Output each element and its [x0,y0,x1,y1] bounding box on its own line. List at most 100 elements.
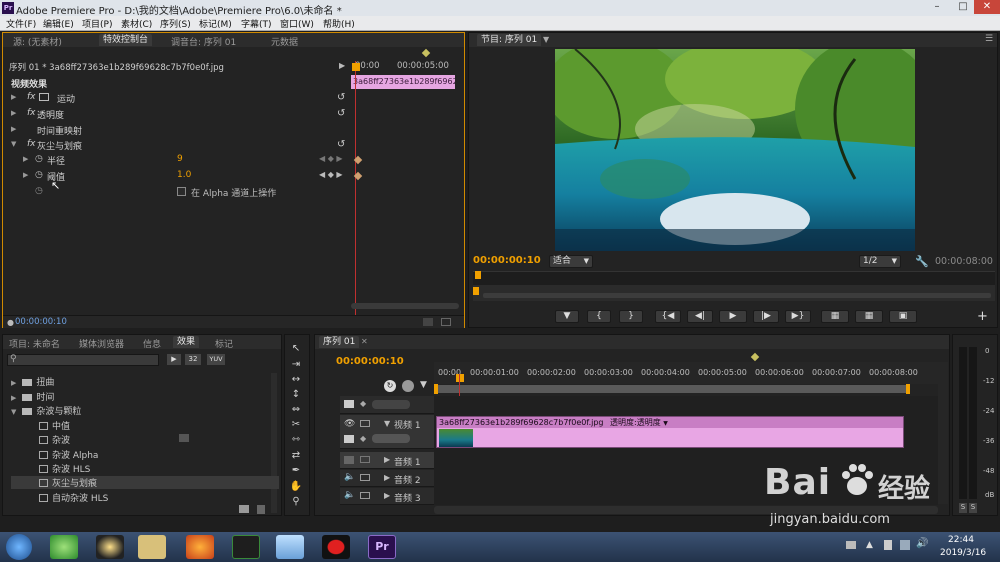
ec-timecode[interactable]: 00:00:00:10 [15,317,67,327]
display-style-icon[interactable] [344,435,354,443]
reset-icon[interactable]: ↺ [337,108,345,119]
effect-row-dust-scratches[interactable]: ▼ fx 灰尘与划痕 ↺ [7,138,355,152]
menu-clip[interactable]: 素材(C) [121,17,152,30]
collapse-arrow-icon[interactable]: ▼ [384,419,390,428]
speaker-icon[interactable]: 🔈 [344,490,355,500]
track-header-audio2[interactable]: 🔈 ▶ 音频 2 [340,470,434,487]
effect-row-time-remap[interactable]: ▶ 时间重映射 [7,123,355,137]
tree-item-noise-alpha[interactable]: 杂波 Alpha [11,448,279,461]
track-header-audio3[interactable]: 🔈 ▶ 音频 3 [340,488,434,505]
ec-playhead[interactable] [355,61,356,323]
work-area-start[interactable] [434,384,438,394]
speaker-icon[interactable] [344,456,354,464]
stopwatch-icon[interactable]: ◷ [35,154,43,164]
menu-project[interactable]: 项目(P) [82,17,112,30]
ec-zoom-scrollbar[interactable] [351,303,459,309]
keyframe-nav-icon[interactable]: ◀ ◆ ▶ [319,170,343,179]
keyframe-nav-icon[interactable]: ◀ ◆ ▶ [319,154,343,163]
start-button[interactable] [6,534,32,560]
tab-effects[interactable]: 效果 [173,336,200,348]
speaker-icon[interactable]: 🔈 [344,472,355,482]
play-preview-icon[interactable]: ▶ [339,61,345,70]
track-header-audio1[interactable]: ▶ 音频 1 [340,452,434,469]
tray-keyboard-icon[interactable] [846,541,856,549]
track-keyframe-nav[interactable] [372,400,410,409]
timeline-timecode[interactable]: 00:00:00:10 [336,356,404,367]
close-tab-icon[interactable]: ✕ [361,337,368,346]
tab-media-browser[interactable]: 媒体浏览器 [79,337,124,350]
go-to-in-button[interactable]: {◀ [655,310,681,323]
minimize-button[interactable]: – [924,0,950,14]
add-marker-button[interactable]: ▼ [555,310,579,323]
track-keyframe-nav[interactable] [372,434,410,443]
track-header-video1[interactable]: 👁 ▼ 视频 1 ◆ [340,415,434,449]
tab-sequence[interactable]: 序列 01 [319,336,360,348]
panel-menu-icon[interactable]: ☰ [985,34,993,44]
tray-time[interactable]: 22:44 [948,535,974,545]
track-header-video2[interactable]: ◆ [340,396,434,414]
32bit-badge[interactable]: 32 [185,354,201,365]
razor-tool-icon[interactable]: ✂ [288,418,304,432]
tray-expand-icon[interactable]: ▲ [866,540,873,550]
trash-icon[interactable] [257,505,265,514]
tree-item-dust-scratches[interactable]: 灰尘与划痕 [11,476,279,489]
zoom-scrollbar-track[interactable] [483,293,991,298]
export-frame-button[interactable]: ▣ [889,310,917,323]
tab-effect-controls[interactable]: 特效控制台 [99,34,153,46]
menu-file[interactable]: 文件(F) [6,17,36,30]
taskbar-360-icon[interactable] [50,535,78,559]
go-to-out-button[interactable]: ▶} [785,310,811,323]
eye-icon[interactable]: 👁 [344,419,355,429]
menu-window[interactable]: 窗口(W) [280,17,314,30]
menu-title[interactable]: 字幕(T) [241,17,272,30]
taskbar-premiere-icon[interactable]: Pr [368,535,396,559]
keyframe-toggle-icon[interactable]: ◆ [360,399,366,408]
expand-arrow-icon[interactable]: ▶ [384,473,390,482]
mark-in-button[interactable]: { [587,310,611,323]
tree-item-noise[interactable]: 杂波 [11,433,279,446]
effects-search-input[interactable]: ⚲ [7,354,159,366]
ec-toggle-icon[interactable] [441,318,451,326]
step-back-button[interactable]: ◀| [687,310,713,323]
menu-edit[interactable]: 编辑(E) [43,17,74,30]
tray-date[interactable]: 2019/3/16 [940,548,986,558]
expand-arrow-icon[interactable]: ▶ [384,491,390,500]
linked-selection-icon[interactable] [402,380,414,392]
yuv-badge[interactable]: YUV [207,354,225,365]
taskbar-app-icon[interactable] [276,535,304,559]
menu-help[interactable]: 帮助(H) [323,17,355,30]
param-row-radius[interactable]: ▶ ◷ 半径 9 ◀ ◆ ▶ [7,153,363,167]
clip-fx-label[interactable]: 透明度:透明度 [610,418,661,427]
new-bin-icon[interactable] [239,505,249,513]
lock-icon[interactable] [360,420,370,427]
motion-transform-icon[interactable] [39,93,49,101]
taskbar-explorer-icon[interactable] [138,535,166,559]
solo-left-button[interactable]: S [959,503,967,513]
track-output-icon[interactable] [344,400,354,408]
tree-item-distort[interactable]: ▶ 扭曲 [11,375,279,388]
tab-source[interactable]: 源: (无素材) [13,35,62,48]
tree-item-noise-hls[interactable]: 杂波 HLS [11,462,279,475]
expand-arrow-icon[interactable]: ▶ [23,155,28,163]
expand-arrow-icon[interactable]: ▶ [11,125,16,133]
menu-sequence[interactable]: 序列(S) [160,17,191,30]
reset-icon[interactable]: ↺ [337,92,345,103]
work-area-bar[interactable] [436,385,908,393]
solo-right-button[interactable]: S [969,503,977,513]
lift-button[interactable]: ▦ [821,310,849,323]
pen-tool-icon[interactable]: ✒ [288,464,304,478]
tab-menu-icon[interactable]: ▼ [543,35,549,44]
tab-program[interactable]: 节目: 序列 01 [477,34,542,46]
step-forward-button[interactable]: |▶ [753,310,779,323]
tab-metadata[interactable]: 元数据 [271,35,298,48]
in-point-icon[interactable] [473,287,479,295]
rate-stretch-tool-icon[interactable]: ⇔ [288,403,304,417]
expand-arrow-icon[interactable]: ▶ [11,109,16,117]
menu-marker[interactable]: 标记(M) [199,17,232,30]
reset-icon[interactable]: ↺ [337,139,345,150]
tray-device-icon[interactable] [884,540,892,550]
param-value[interactable]: 9 [177,154,183,164]
resolution-dropdown[interactable]: 1/2 ▼ [859,255,901,268]
rolling-edit-tool-icon[interactable]: ↕ [288,388,304,402]
extract-button[interactable]: ▦ [855,310,883,323]
